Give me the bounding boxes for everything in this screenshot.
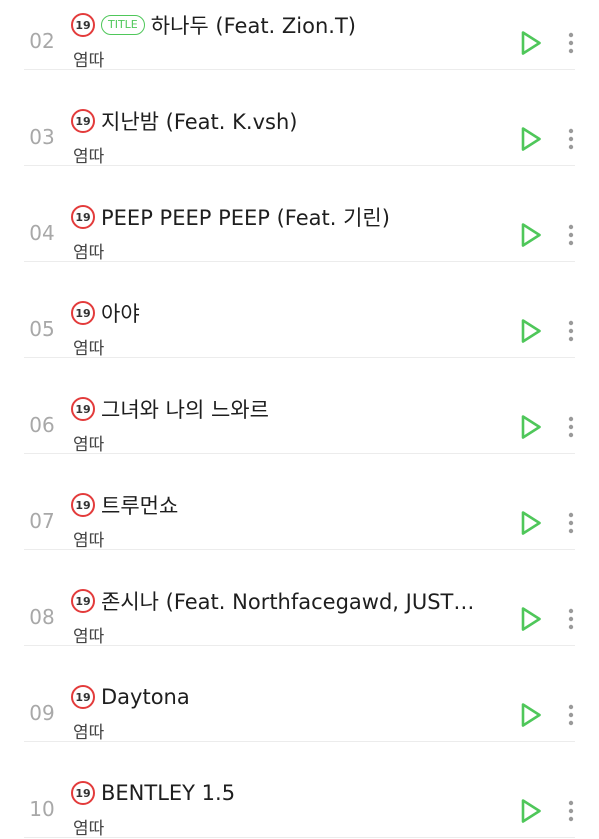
track-row-03[interactable]: 03 19 지난밤 (Feat. K.vsh) 염따	[0, 70, 599, 167]
title-line: 19 PEEP PEEP PEEP (Feat. 기린)	[71, 201, 503, 233]
track-number: 03	[29, 125, 55, 149]
play-button[interactable]	[516, 220, 546, 250]
play-button[interactable]	[516, 124, 546, 154]
more-options-button[interactable]	[560, 604, 582, 634]
more-vertical-icon	[568, 128, 574, 150]
track-number: 06	[29, 413, 55, 437]
track-row-09[interactable]: 09 19 Daytona 염따	[0, 646, 599, 743]
song-title: 지난밤 (Feat. K.vsh)	[101, 110, 298, 134]
track-row-10[interactable]: 10 19 BENTLEY 1.5 염따	[0, 742, 599, 839]
track-number: 09	[29, 701, 55, 725]
age-19-badge: 19	[71, 589, 95, 613]
track-row-08[interactable]: 08 19 존시나 (Feat. Northfacegawd, JUST… 염따	[0, 550, 599, 647]
play-button[interactable]	[516, 700, 546, 730]
title-line: 19 BENTLEY 1.5	[71, 777, 503, 809]
artist-name[interactable]: 염따	[73, 238, 104, 263]
age-19-badge: 19	[71, 397, 95, 421]
more-options-button[interactable]	[560, 220, 582, 250]
title-line: 19 존시나 (Feat. Northfacegawd, JUST…	[71, 585, 503, 617]
age-19-badge: 19	[71, 781, 95, 805]
song-title: BENTLEY 1.5	[101, 781, 236, 805]
artist-name[interactable]: 염따	[73, 142, 104, 167]
song-title: PEEP PEEP PEEP (Feat. 기린)	[101, 206, 390, 230]
play-button[interactable]	[516, 508, 546, 538]
song-title: 트루먼쇼	[101, 494, 179, 518]
more-options-button[interactable]	[560, 316, 582, 346]
track-row-07[interactable]: 07 19 트루먼쇼 염따	[0, 454, 599, 551]
track-number: 08	[29, 605, 55, 629]
title-line: 19 아야	[71, 297, 503, 329]
title-line: 19 지난밤 (Feat. K.vsh)	[71, 105, 503, 137]
more-vertical-icon	[568, 416, 574, 438]
artist-name[interactable]: 염따	[73, 622, 104, 647]
play-icon	[521, 511, 541, 535]
song-title: Daytona	[101, 685, 190, 709]
title-track-badge: TITLE	[101, 15, 145, 35]
play-icon	[521, 127, 541, 151]
age-19-badge: 19	[71, 493, 95, 517]
age-19-badge: 19	[71, 109, 95, 133]
more-vertical-icon	[568, 704, 574, 726]
age-19-badge: 19	[71, 301, 95, 325]
title-line: 19 그녀와 나의 느와르	[71, 393, 503, 425]
play-icon	[521, 31, 541, 55]
play-button[interactable]	[516, 412, 546, 442]
play-button[interactable]	[516, 316, 546, 346]
play-icon	[521, 223, 541, 247]
artist-name[interactable]: 염따	[73, 526, 104, 551]
artist-name[interactable]: 염따	[73, 814, 104, 839]
title-line: 19 트루먼쇼	[71, 489, 503, 521]
more-options-button[interactable]	[560, 796, 582, 826]
more-vertical-icon	[568, 224, 574, 246]
more-vertical-icon	[568, 320, 574, 342]
track-row-04[interactable]: 04 19 PEEP PEEP PEEP (Feat. 기린) 염따	[0, 166, 599, 263]
more-vertical-icon	[568, 32, 574, 54]
title-line: 19 Daytona	[71, 681, 503, 713]
more-options-button[interactable]	[560, 700, 582, 730]
play-button[interactable]	[516, 796, 546, 826]
track-list: 02 19 TITLE 하나두 (Feat. Zion.T) 염따 03 19 …	[0, 0, 599, 839]
more-vertical-icon	[568, 800, 574, 822]
track-number: 05	[29, 317, 55, 341]
track-number: 04	[29, 221, 55, 245]
artist-name[interactable]: 염따	[73, 718, 104, 743]
track-number: 02	[29, 29, 55, 53]
age-19-badge: 19	[71, 205, 95, 229]
more-options-button[interactable]	[560, 124, 582, 154]
artist-name[interactable]: 염따	[73, 430, 104, 455]
song-title: 아야	[101, 302, 140, 326]
age-19-badge: 19	[71, 13, 95, 37]
song-title: 그녀와 나의 느와르	[101, 398, 269, 422]
track-number: 07	[29, 509, 55, 533]
more-options-button[interactable]	[560, 508, 582, 538]
play-icon	[521, 319, 541, 343]
more-vertical-icon	[568, 608, 574, 630]
more-vertical-icon	[568, 512, 574, 534]
track-row-06[interactable]: 06 19 그녀와 나의 느와르 염따	[0, 358, 599, 455]
song-title: 하나두 (Feat. Zion.T)	[150, 14, 356, 38]
play-icon	[521, 703, 541, 727]
song-title: 존시나 (Feat. Northfacegawd, JUST…	[101, 590, 475, 614]
play-button[interactable]	[516, 28, 546, 58]
track-row-05[interactable]: 05 19 아야 염따	[0, 262, 599, 359]
artist-name[interactable]: 염따	[73, 334, 104, 359]
play-icon	[521, 607, 541, 631]
more-options-button[interactable]	[560, 28, 582, 58]
title-line: 19 TITLE 하나두 (Feat. Zion.T)	[71, 9, 503, 41]
more-options-button[interactable]	[560, 412, 582, 442]
artist-name[interactable]: 염따	[73, 46, 104, 71]
track-row-02[interactable]: 02 19 TITLE 하나두 (Feat. Zion.T) 염따	[0, 0, 599, 71]
play-button[interactable]	[516, 604, 546, 634]
play-icon	[521, 799, 541, 823]
track-number: 10	[29, 797, 55, 821]
play-icon	[521, 415, 541, 439]
age-19-badge: 19	[71, 685, 95, 709]
